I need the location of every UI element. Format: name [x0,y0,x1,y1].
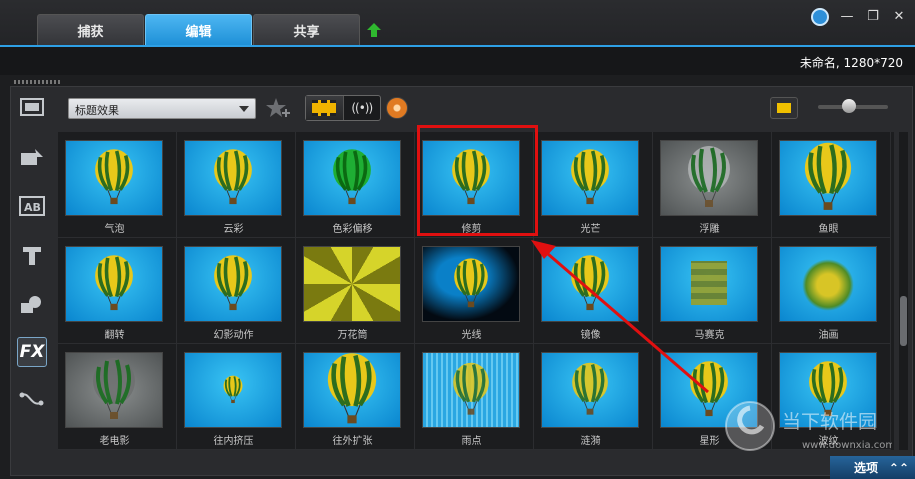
effect-thumbnail [660,246,758,322]
effect-label: 光芒 [580,224,601,235]
effect-item[interactable]: 往外扩张 [296,344,415,450]
effect-thumbnail [65,246,163,322]
grid-scrollbar[interactable] [899,132,908,450]
effect-label: 镜像 [580,330,601,341]
effect-item[interactable]: 涟漪 [534,344,653,450]
effect-label: 马赛克 [694,330,725,341]
effect-item[interactable]: 鱼眼 [772,132,891,238]
effect-item[interactable]: 幻影动作 [177,238,296,344]
window-controls: — ❐ ✕ [811,8,907,26]
project-info: 未命名, 1280*720 [799,56,903,70]
category-select[interactable]: 标题效果 [68,98,256,119]
tab-share[interactable]: 共享 [253,14,360,46]
category-value: 标题效果 [75,104,119,117]
film-icon [312,100,337,116]
effect-thumbnail [541,352,639,428]
view-toggle: ((•)) [305,95,381,121]
effect-item[interactable]: 云彩 [177,132,296,238]
svg-text:AB: AB [24,201,41,214]
effect-item[interactable]: 色彩偏移 [296,132,415,238]
effect-item[interactable]: 镜像 [534,238,653,344]
effect-item[interactable]: 翻转 [58,238,177,344]
effect-label: 幻影动作 [213,330,254,341]
watermark-logo: 当下软件园 www.downxia.com [725,401,892,451]
upload-arrow-icon[interactable] [366,22,382,38]
effect-thumbnail [779,140,877,216]
effect-item[interactable]: 往内挤压 [177,344,296,450]
fx-label: FX [19,342,45,362]
effect-label: 浮雕 [699,224,720,235]
effect-thumbnail [303,246,401,322]
effect-thumbnail [541,246,639,322]
double-chevron-up-icon: ⌃⌃ [888,461,909,475]
graphics-icon[interactable] [17,289,47,319]
effect-label: 往内挤压 [213,436,254,447]
grid-scrollbar-thumb[interactable] [900,296,907,346]
effect-label: 涟漪 [580,436,601,447]
effect-label: 往外扩张 [332,436,373,447]
effect-item[interactable]: 气泡 [58,132,177,238]
media-icon[interactable] [17,93,47,123]
audio-filter-button[interactable]: ((•)) [344,96,381,120]
text-t-icon[interactable] [17,241,47,271]
effect-label: 鱼眼 [818,224,839,235]
effect-thumbnail [422,352,520,428]
video-filter-button[interactable] [306,96,344,120]
effect-thumbnail [660,140,758,216]
effect-label: 气泡 [104,224,125,235]
effect-thumbnail [303,352,401,428]
app-window: 捕获 编辑 共享 — ❐ ✕ 未命名, 1280*720 AB FX 标题效果 … [0,0,915,479]
effect-thumbnail [184,352,282,428]
effect-thumbnail [779,246,877,322]
chevron-down-icon [239,106,249,112]
effect-label: 老电影 [99,436,130,447]
effect-label: 雨点 [461,436,482,447]
audio-wave-icon: ((•)) [351,101,373,115]
effect-thumbnail [184,246,282,322]
effect-label: 油画 [818,330,839,341]
minimize-icon[interactable]: — [839,9,855,25]
options-button[interactable]: 选项 ⌃⌃ [830,456,915,479]
effect-item[interactable]: 光线 [415,238,534,344]
restore-icon[interactable]: ❐ [865,9,881,25]
effect-label: 色彩偏移 [332,224,373,235]
transition-icon[interactable] [17,143,47,173]
reel-icon[interactable] [386,97,408,119]
effect-label: 万花筒 [337,330,368,341]
add-favorite-icon[interactable] [265,96,293,120]
watermark-url: www.downxia.com [802,440,892,451]
path-icon[interactable] [17,385,47,415]
effect-item[interactable]: 油画 [772,238,891,344]
title-ab-icon[interactable]: AB [17,191,47,221]
panel-grip[interactable] [14,80,60,84]
close-icon[interactable]: ✕ [891,9,907,25]
effect-thumbnail [65,140,163,216]
effect-thumbnail [422,246,520,322]
effect-item[interactable]: 雨点 [415,344,534,450]
zoom-slider-knob[interactable] [842,99,856,113]
effect-item[interactable]: 浮雕 [653,132,772,238]
effect-thumbnail [541,140,639,216]
highlight-box [417,125,538,236]
tab-capture[interactable]: 捕获 [37,14,144,46]
effect-thumbnail [303,140,401,216]
effect-thumbnail [65,352,163,428]
options-label: 选项 [854,461,879,475]
effect-item[interactable]: 光芒 [534,132,653,238]
tab-edit[interactable]: 编辑 [145,14,252,46]
effect-item[interactable]: 马赛克 [653,238,772,344]
library-sidebar: AB FX [11,87,53,447]
effect-item[interactable]: 老电影 [58,344,177,450]
effect-thumbnail [184,140,282,216]
fx-icon[interactable]: FX [17,337,47,367]
watermark-text: 当下软件园 [782,411,877,433]
help-icon[interactable] [811,8,829,26]
effect-label: 云彩 [223,224,244,235]
thumbnail-view-button[interactable] [770,97,798,119]
effect-item[interactable]: 万花筒 [296,238,415,344]
top-tab-bar: 捕获 编辑 共享 — ❐ ✕ [0,0,915,46]
effect-label: 翻转 [104,330,125,341]
project-bar: 未命名, 1280*720 [0,47,915,75]
effect-label: 光线 [461,330,482,341]
